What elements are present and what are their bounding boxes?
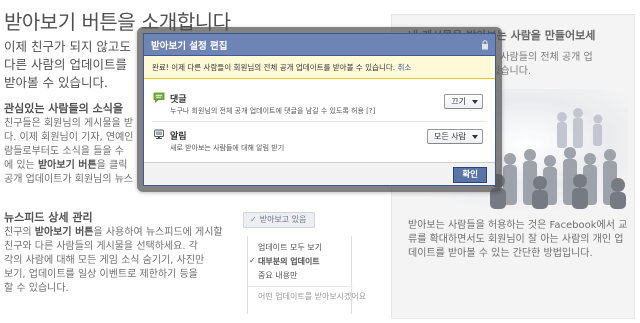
notification-icon (154, 129, 164, 139)
option-description-notifications: 새로 받아보는 사람들에 대해 알림 받기 (170, 144, 285, 152)
chevron-down-icon (472, 100, 478, 104)
option-label-notifications: 알림 (170, 132, 187, 142)
chevron-down-icon (472, 135, 478, 139)
subscribe-settings-dialog: 받아보기 설정 편집 완료! 이제 다른 사람들이 회원님의 전체 공개 업데이… (143, 33, 496, 186)
help-link[interactable]: [?] (366, 107, 375, 115)
dialog-title: 받아보기 설정 편집 (151, 41, 228, 52)
notice-message: 완료! 이제 다른 사람들이 회원님의 전체 공개 업데이트를 받아볼 수 있습… (152, 63, 396, 72)
comment-icon (153, 92, 165, 103)
dialog-footer: 확인 (144, 162, 495, 185)
option-row-comments: 댓글 누구나 회원님의 전체 공개 업데이트에 댓글을 남길 수 있도록 허용 … (144, 90, 495, 120)
notice-text: 완료! 이제 다른 사람들이 회원님의 전체 공개 업데이트를 받아볼 수 있습… (152, 62, 411, 73)
comments-select-value: 끄기 (451, 97, 466, 106)
comments-select[interactable]: 끄기 (444, 94, 483, 109)
lock-icon (482, 40, 488, 50)
option-description-text: 누구나 회원님의 전체 공개 업데이트에 댓글을 남길 수 있도록 허용 (170, 107, 364, 115)
option-row-notifications: 알림 새로 받아보는 사람들에 대해 알림 받기 모든 사람 (144, 127, 495, 157)
option-label-comments: 댓글 (170, 95, 187, 105)
option-divider (152, 121, 487, 122)
notifications-select[interactable]: 모든 사람 (427, 129, 483, 144)
success-notice: 완료! 이제 다른 사람들이 회원님의 전체 공개 업데이트를 받아볼 수 있습… (144, 56, 495, 79)
option-description-comments: 누구나 회원님의 전체 공개 업데이트에 댓글을 남길 수 있도록 허용 [?] (170, 106, 375, 116)
notifications-select-value: 모든 사람 (434, 132, 466, 141)
confirm-button[interactable]: 확인 (453, 167, 487, 183)
dialog-header: 받아보기 설정 편집 (144, 34, 495, 56)
notice-cancel-link[interactable]: 취소 (398, 63, 412, 72)
